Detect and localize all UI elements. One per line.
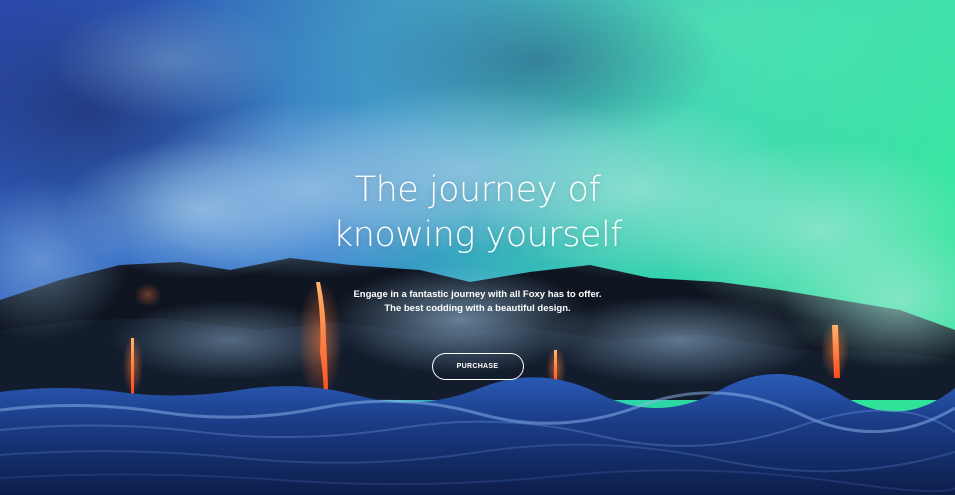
purchase-button[interactable]: PURCHASE	[431, 353, 524, 380]
hero-title-line-1: The journey of	[354, 170, 601, 210]
hero-section: The journey of knowing yourself Engage i…	[0, 0, 955, 495]
hero-title-line-2: knowing yourself	[332, 215, 623, 255]
hero-title: The journey of knowing yourself	[0, 168, 955, 258]
hero-subtitle: Engage in a fantastic journey with all F…	[0, 288, 955, 316]
hero-content: The journey of knowing yourself Engage i…	[0, 168, 955, 380]
hero-subtitle-line-2: The best codding with a beautiful design…	[384, 303, 571, 314]
hero-subtitle-line-1: Engage in a fantastic journey with all F…	[353, 289, 602, 300]
